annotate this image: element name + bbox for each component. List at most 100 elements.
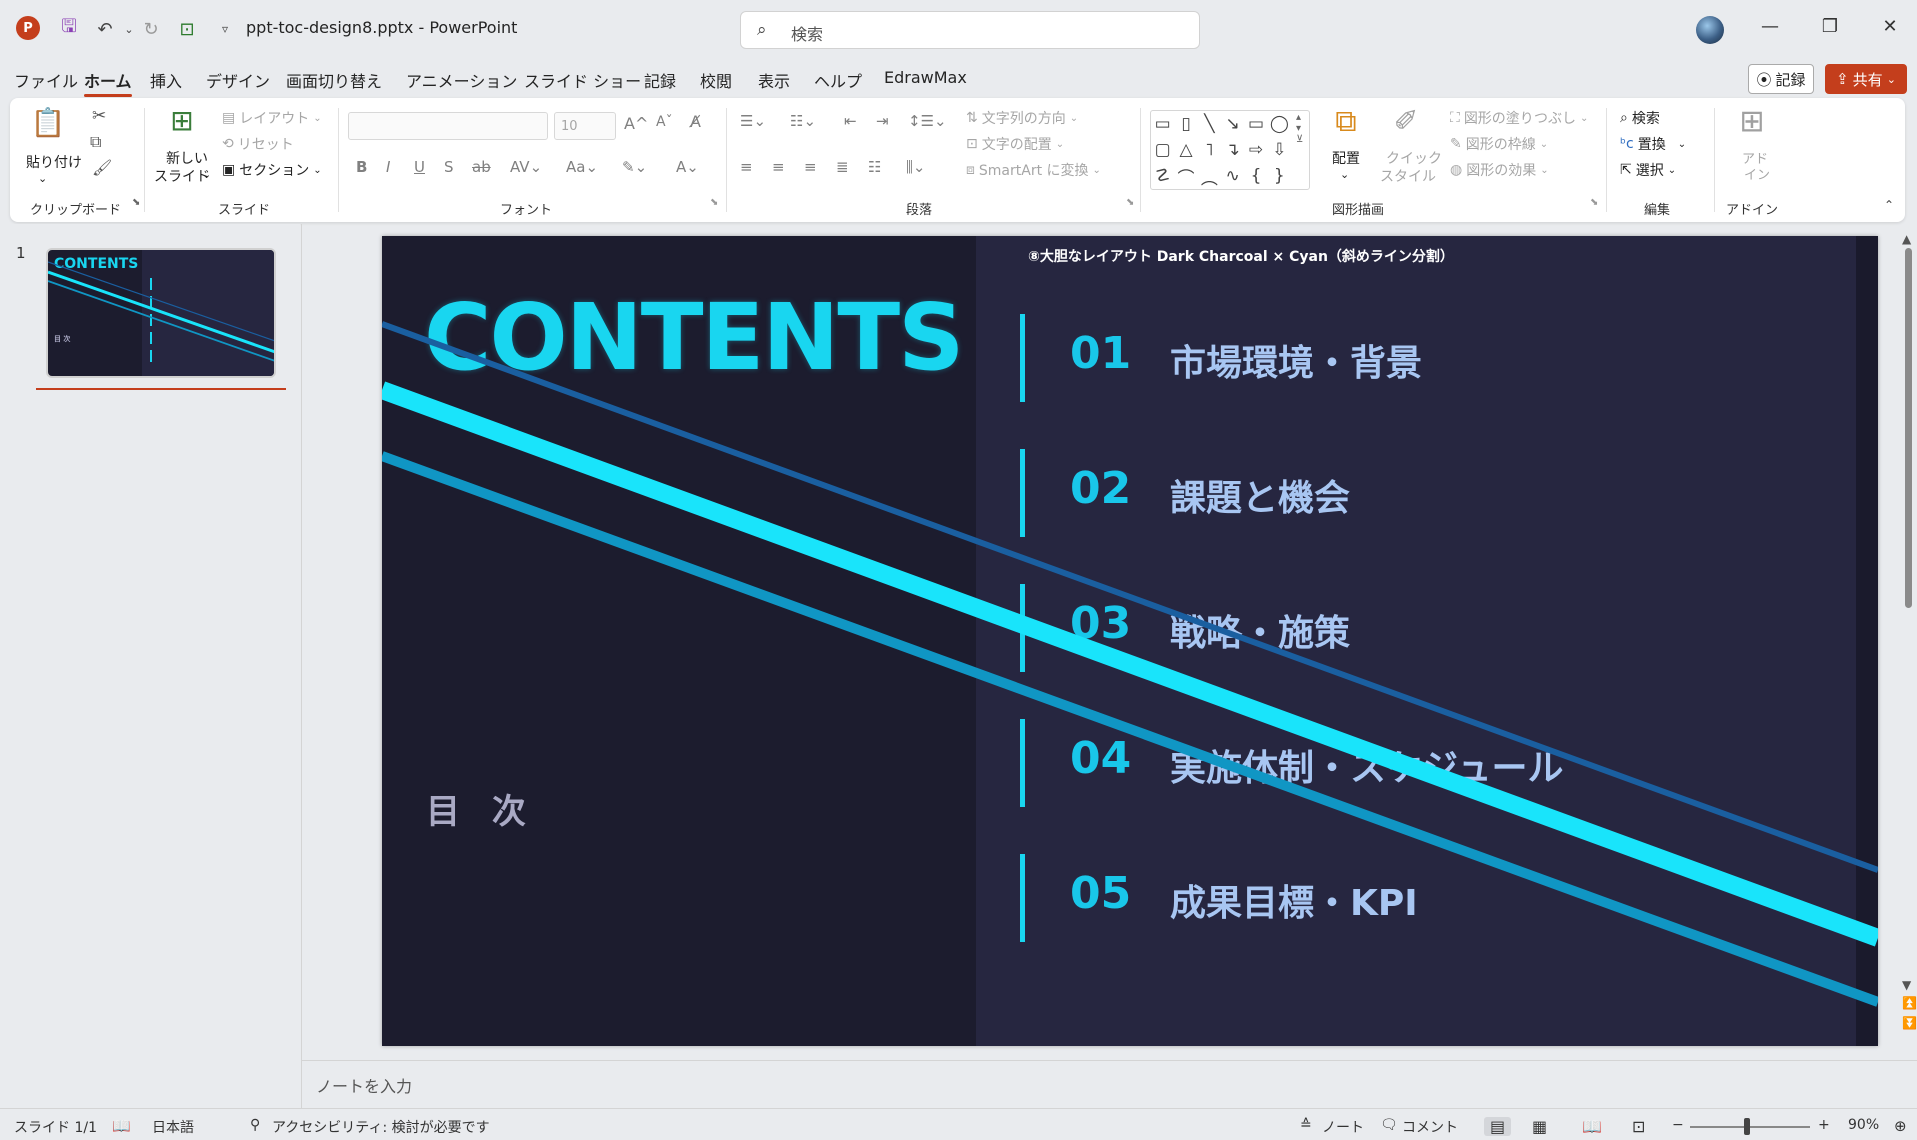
comments-icon[interactable]: 🗨 [1380, 1117, 1398, 1133]
save-icon[interactable]: 🖫 [56, 16, 82, 42]
layout-button[interactable]: ▤ レイアウト ⌄ [222, 108, 322, 128]
addins-label-2[interactable]: イン [1744, 164, 1770, 183]
format-painter-icon[interactable]: 🖌 [92, 158, 112, 177]
right-brace-icon[interactable]: } [1268, 166, 1291, 186]
zoom-level[interactable]: 90% [1848, 1117, 1879, 1133]
arc-icon[interactable]: ︵ [1198, 164, 1221, 189]
addins-icon[interactable]: ⊞ [1732, 104, 1772, 144]
freeform-icon[interactable]: ☡ [1151, 166, 1174, 186]
tab-slideshow[interactable]: スライド ショー [524, 68, 641, 92]
tab-edrawmax[interactable]: EdrawMax [884, 68, 967, 87]
undo-icon[interactable]: ↶ [92, 16, 118, 42]
collapse-ribbon-icon[interactable]: ⌃ [1884, 198, 1894, 212]
columns-icon[interactable]: ⫼⌄ [906, 158, 925, 176]
slide-sorter-icon[interactable]: ▦ [1532, 1117, 1547, 1136]
curve-icon[interactable]: ⌒ [1174, 164, 1197, 189]
elbow-connector-icon[interactable]: ˥ [1198, 140, 1221, 160]
present-from-start-icon[interactable]: ⊡ [174, 16, 200, 42]
arrange-dropdown-icon[interactable]: ⌄ [1340, 168, 1349, 181]
triangle-icon[interactable]: △ [1174, 140, 1197, 160]
paragraph-launcher-icon[interactable]: ⬊ [1126, 197, 1134, 208]
search-input[interactable]: 検索 [791, 21, 823, 45]
slide-diagonal-lines[interactable] [382, 236, 1878, 1046]
oval-icon[interactable]: ◯ [1268, 114, 1291, 134]
rectangle-icon[interactable]: ▭ [1244, 114, 1267, 134]
tab-insert[interactable]: 挿入 [150, 68, 182, 92]
vertical-scrollbar[interactable]: ▲ ▼ ⏫ ⏬ [1900, 232, 1917, 1036]
shrink-font-icon[interactable]: Aˇ [656, 114, 673, 130]
italic-icon[interactable]: I [386, 158, 390, 176]
clear-formatting-icon[interactable]: A̸ [690, 112, 701, 131]
line-icon[interactable]: ╲ [1198, 114, 1221, 134]
accessibility-status[interactable]: アクセシビリティ: 検討が必要です [272, 1117, 490, 1137]
vertical-textbox-icon[interactable]: ▯ [1174, 114, 1197, 134]
line-spacing-icon[interactable]: ↕☰⌄ [908, 112, 947, 130]
underline-icon[interactable]: U [414, 158, 425, 176]
share-button[interactable]: ⇪ 共有 ⌄ [1825, 64, 1907, 94]
elbow-arrow-icon[interactable]: ↴ [1221, 140, 1244, 160]
accessibility-icon[interactable]: ⚲ [250, 1117, 260, 1133]
strikethrough-icon[interactable]: ab [472, 158, 491, 176]
text-direction-button[interactable]: ⇅ 文字列の方向 ⌄ [966, 108, 1078, 128]
tab-design[interactable]: デザイン [206, 68, 270, 92]
character-spacing-icon[interactable]: AV⌄ [510, 158, 542, 176]
shapes-scroll-icon[interactable]: ▴ ▾ ⊻ [1296, 112, 1303, 145]
paste-dropdown-icon[interactable]: ⌄ [38, 172, 47, 185]
search-box[interactable]: ⌕ 検索 [740, 11, 1200, 49]
font-launcher-icon[interactable]: ⬊ [710, 197, 718, 208]
minimize-button[interactable]: — [1750, 16, 1790, 42]
select-button[interactable]: ⇱ 選択 ⌄ [1620, 160, 1676, 180]
distributed-icon[interactable]: ☷ [868, 158, 881, 176]
quick-styles-icon[interactable]: ✐ [1386, 104, 1426, 144]
bold-icon[interactable]: B [356, 158, 367, 176]
align-right-icon[interactable]: ≡ [804, 158, 817, 176]
previous-slide-icon[interactable]: ⏫ [1902, 996, 1917, 1010]
decrease-indent-icon[interactable]: ⇤ [844, 112, 857, 130]
redo-icon[interactable]: ↻ [138, 16, 164, 42]
grow-font-icon[interactable]: A^ [624, 114, 648, 133]
new-slide-icon[interactable]: ⊞ [162, 104, 202, 144]
bullets-icon[interactable]: ☰⌄ [740, 112, 766, 130]
spellcheck-icon[interactable]: 📖 [112, 1117, 131, 1135]
next-slide-icon[interactable]: ⏬ [1902, 1016, 1917, 1030]
textbox-icon[interactable]: ▭ [1151, 114, 1174, 134]
customize-toolbar-icon[interactable]: ▿ [212, 16, 238, 42]
clipboard-launcher-icon[interactable]: ⬊ [132, 197, 140, 208]
slide-canvas[interactable]: ⑧大胆なレイアウト Dark Charcoal × Cyan（斜めライン分割） … [382, 236, 1878, 1046]
slideshow-view-icon[interactable]: ⊡ [1632, 1117, 1645, 1136]
right-arrow-icon[interactable]: ⇨ [1244, 140, 1267, 160]
reading-view-icon[interactable]: 📖 [1582, 1117, 1602, 1136]
zoom-in-button[interactable]: + [1818, 1117, 1830, 1133]
change-case-icon[interactable]: Aa⌄ [566, 158, 598, 176]
left-brace-icon[interactable]: { [1244, 166, 1267, 186]
font-name-input[interactable] [348, 112, 548, 140]
align-left-icon[interactable]: ≡ [740, 158, 753, 176]
scroll-up-icon[interactable]: ▲ [1902, 232, 1911, 246]
arrange-icon[interactable]: ⧉ [1326, 104, 1366, 144]
align-center-icon[interactable]: ≡ [772, 158, 785, 176]
maximize-button[interactable]: ❐ [1810, 16, 1850, 42]
tab-animations[interactable]: アニメーション [406, 68, 517, 92]
notes-pane[interactable]: ノートを入力 [302, 1060, 1917, 1108]
tab-home[interactable]: ホーム [84, 68, 132, 97]
drawing-launcher-icon[interactable]: ⬊ [1590, 197, 1598, 208]
shadow-icon[interactable]: S [444, 158, 454, 176]
paste-icon[interactable]: 📋 [28, 106, 68, 146]
wave-icon[interactable]: ∿ [1221, 166, 1244, 186]
tab-review[interactable]: 校閲 [700, 68, 732, 92]
zoom-out-button[interactable]: − [1672, 1117, 1684, 1133]
shapes-gallery[interactable]: ▭ ▯ ╲ ↘ ▭ ◯ ▢ △ ˥ ↴ ⇨ ⇩ ☡ ⌒ ︵ ∿ { } [1150, 110, 1310, 190]
paste-button[interactable]: 貼り付け [26, 152, 82, 172]
tab-help[interactable]: ヘルプ [814, 68, 862, 92]
quick-styles-label-1[interactable]: クイック [1386, 148, 1442, 168]
tab-file[interactable]: ファイル [14, 68, 78, 92]
font-size-input[interactable]: 10 [554, 112, 616, 140]
reset-button[interactable]: ⟲ リセット [222, 134, 294, 154]
smartart-button[interactable]: ⧈ SmartArt に変換 ⌄ [966, 160, 1101, 180]
shape-fill-button[interactable]: ⛶ 図形の塗りつぶし ⌄ [1450, 108, 1588, 128]
scroll-down-icon[interactable]: ▼ [1902, 978, 1911, 992]
rounded-rect-icon[interactable]: ▢ [1151, 140, 1174, 160]
slide-thumbnail[interactable]: CONTENTS 目 次 [46, 248, 276, 378]
normal-view-icon[interactable]: ▤ [1484, 1117, 1512, 1136]
new-slide-dropdown-icon[interactable]: ⌄ [202, 168, 211, 181]
